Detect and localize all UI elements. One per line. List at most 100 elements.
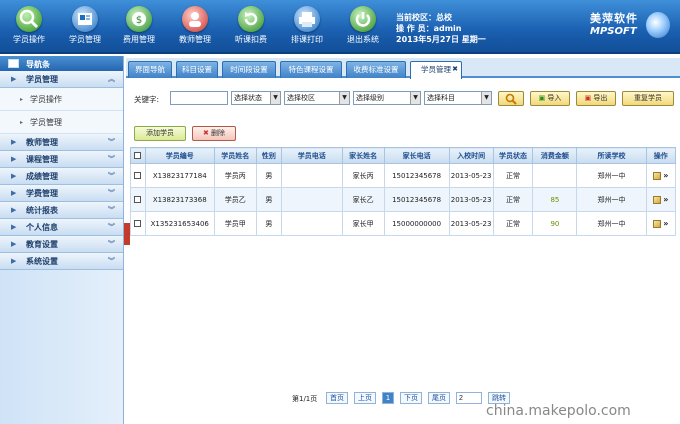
col-parent-name[interactable]: 家长姓名 [341,147,385,164]
sidebar-item-student-manage[interactable]: ▸ 学员管理 [0,111,123,134]
status-select[interactable]: 选择状态 ▼ [231,91,281,105]
sidebar-group-tuition[interactable]: ▶ 学费管理 ︾ [0,185,123,202]
cell-gender: 男 [255,163,282,188]
add-student-button[interactable]: 添加学员 [134,126,186,141]
expand-icon: ︾ [108,155,115,163]
cell-operations: » [645,187,677,212]
sidebar-item-student-ops[interactable]: ▸ 学员操作 [0,88,123,111]
col-student-name[interactable]: 学员姓名 [213,147,257,164]
collapse-icon: ︽ [108,75,115,83]
sidebar-group-education[interactable]: ▶ 教育设置 ︾ [0,236,123,253]
tab-subject-settings[interactable]: 科目设置 [176,61,218,78]
col-amount[interactable]: 消费金额 [532,147,578,164]
select-all-checkbox[interactable] [130,147,146,164]
goto-page-input[interactable] [456,392,482,404]
duplicate-students-button[interactable]: 重复学员 [622,91,674,106]
col-student-phone[interactable]: 学员电话 [280,147,343,164]
row-checkbox[interactable] [130,163,146,188]
prev-page-button[interactable]: 上页 [354,392,376,404]
chevron-right-icon: ▶ [11,155,17,163]
brand-name-cn: 美萍软件 [590,12,638,25]
cell-enroll-date: 2013-05-23 [448,187,494,212]
sidebar-group-profile[interactable]: ▶ 个人信息 ︾ [0,219,123,236]
row-checkbox[interactable] [130,211,146,236]
toolbar-student-manage-button[interactable]: 学员管理 [58,3,112,51]
sidebar-group-reports[interactable]: ▶ 统计报表 ︾ [0,202,123,219]
edit-icon[interactable] [653,219,662,228]
toolbar-teacher-manage-button[interactable]: 教师管理 [168,3,222,51]
table-row[interactable]: X135231653406 学员甲 男 家长甲 15000000000 2013… [130,211,677,236]
toolbar-exit-button[interactable]: 退出系统 [336,3,390,51]
sidebar-group-student[interactable]: ▶ 学员管理 ︽ [0,71,123,88]
col-school[interactable]: 所读学校 [576,147,647,164]
sidebar-group-teacher[interactable]: ▶ 教师管理 ︾ [0,134,123,151]
expand-icon: ︾ [108,257,115,265]
last-page-button[interactable]: 尾页 [428,392,450,404]
search-bar: 关键字: 选择状态 ▼ 选择校区 ▼ 选择级别 ▼ 选择科目 ▼ ▣ 导入 ▣ 导出 重… [130,91,680,107]
toolbar-student-ops-button[interactable]: 学员操作 [2,3,56,51]
cell-student-phone [280,163,343,188]
toolbar-schedule-print-button[interactable]: 排课打印 [280,3,334,51]
level-select[interactable]: 选择级别 ▼ [353,91,421,105]
col-student-id[interactable]: 学员编号 [144,147,215,164]
nav-icon [8,59,19,68]
cell-amount [532,163,578,188]
table-row[interactable]: X13823173368 学员乙 男 家长乙 15012345678 2013-… [130,187,677,212]
col-parent-phone[interactable]: 家长电话 [383,147,450,164]
user-info: 当前校区：总校 操 作 员：admin 2013年5月27日 星期一 [396,13,486,44]
checkbox[interactable] [134,172,142,179]
more-icon[interactable]: » [663,219,668,228]
row-checkbox[interactable] [130,187,146,212]
tab-timeslot-settings[interactable]: 时间段设置 [222,61,276,78]
expand-icon: ︾ [108,138,115,146]
edit-icon[interactable] [653,195,662,204]
close-tab-icon[interactable]: ✖ [452,61,458,77]
tab-student-manage[interactable]: 学员管理 ✖ [410,61,462,79]
cell-parent-name: 家长丙 [341,163,385,188]
sidebar-group-course[interactable]: ▶ 课程管理 ︾ [0,151,123,168]
next-page-button[interactable]: 下页 [400,392,422,404]
col-status[interactable]: 学员状态 [492,147,534,164]
sidebar-group-grades[interactable]: ▶ 成绩管理 ︾ [0,168,123,185]
cell-parent-name: 家长甲 [341,211,385,236]
col-enroll-date[interactable]: 入校时间 [448,147,494,164]
operator-name: admin [433,24,462,33]
subject-select[interactable]: 选择科目 ▼ [424,91,492,105]
checkbox[interactable] [134,152,142,159]
checkbox[interactable] [134,220,142,227]
campus-select[interactable]: 选择校区 ▼ [284,91,350,105]
tab-home[interactable]: 界面导航 [128,61,172,78]
first-page-button[interactable]: 首页 [326,392,348,404]
chevron-down-icon: ▼ [410,92,420,104]
search-button[interactable] [498,91,524,106]
checkbox[interactable] [134,196,142,203]
col-gender[interactable]: 性别 [255,147,282,164]
cell-amount: 85 [532,187,578,212]
tab-special-course-settings[interactable]: 特色课程设置 [280,61,342,78]
sidebar-group-system[interactable]: ▶ 系统设置 ︾ [0,253,123,270]
chevron-right-icon: ▶ [11,257,17,265]
more-icon[interactable]: » [663,195,668,204]
print-icon [294,6,320,32]
toolbar-fee-manage-button[interactable]: $ 费用管理 [112,3,166,51]
keyword-input[interactable] [170,91,228,105]
tab-fee-standard-settings[interactable]: 收费标准设置 [346,61,406,78]
action-bar: 添加学员 ✖ 删除 [130,126,680,142]
chevron-right-icon: ▶ [11,75,17,83]
toolbar-class-deduct-button[interactable]: 听课扣费 [224,3,278,51]
expand-icon: ︾ [108,172,115,180]
cell-student-id: X13823177184 [144,163,215,188]
top-toolbar: 学员操作 学员管理 $ 费用管理 教师管理 听课扣费 排课打印 退出系统 当前校… [0,0,680,54]
edit-icon[interactable] [653,171,662,180]
table-row[interactable]: X13823177184 学员丙 男 家长丙 15012345678 2013-… [130,163,677,188]
export-button[interactable]: ▣ 导出 [576,91,616,106]
expand-icon: ︾ [108,223,115,231]
cell-enroll-date: 2013-05-23 [448,211,494,236]
cell-student-name: 学员丙 [213,163,257,188]
refresh-icon [238,6,264,32]
col-operations: 操作 [645,147,677,164]
import-button[interactable]: ▣ 导入 [530,91,570,106]
more-icon[interactable]: » [663,171,668,180]
delete-button[interactable]: ✖ 删除 [192,126,236,141]
current-page-button[interactable]: 1 [382,392,394,404]
